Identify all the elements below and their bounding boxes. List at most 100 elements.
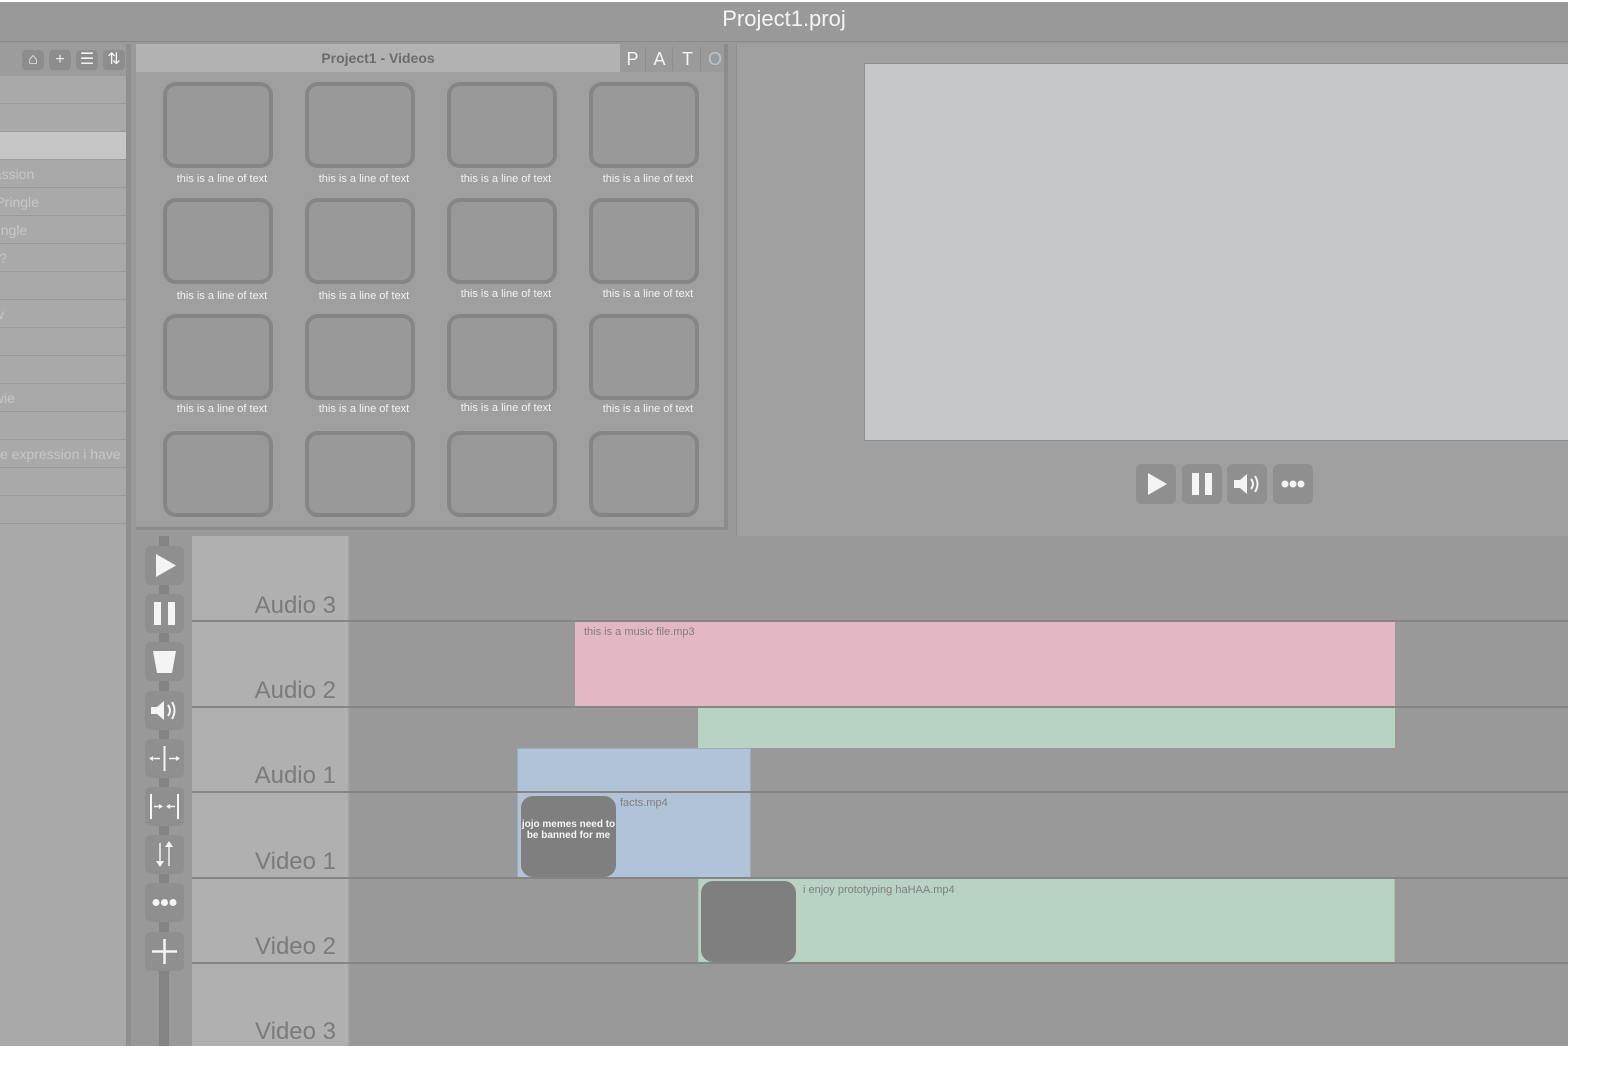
join-icon [150, 794, 179, 819]
title-bar: Project1.proj [0, 2, 1568, 42]
thumbnail-caption: this is a line of text [602, 288, 694, 300]
preview-panel [736, 44, 1568, 536]
media-thumbnail[interactable] [305, 198, 415, 284]
sidebar-item[interactable]: passion [0, 160, 126, 188]
media-thumbnail[interactable] [447, 314, 557, 400]
thumbnail-caption: this is a line of text [602, 403, 694, 415]
preview-volume-button[interactable] [1227, 464, 1267, 504]
timeline-swap-button[interactable] [145, 835, 184, 874]
media-tabs: P A T O [620, 44, 724, 72]
timeline-add-button[interactable] [145, 932, 184, 971]
track-divider [192, 877, 1568, 879]
track-label-video-2: Video 2 [255, 933, 336, 960]
sidebar-item[interactable]: aw [0, 300, 126, 328]
sidebar-item[interactable]: APringle [0, 188, 126, 216]
pause-icon [1192, 473, 1212, 495]
track-label-audio-3: Audio 3 [254, 592, 336, 619]
list-icon[interactable]: ☰ [76, 50, 98, 70]
media-thumbnail[interactable] [447, 82, 557, 168]
plus-icon[interactable]: + [49, 50, 71, 70]
clip-thumbnail [701, 881, 796, 962]
media-thumbnail[interactable] [163, 314, 273, 400]
media-thumbnail[interactable] [163, 431, 273, 517]
sidebar-list: y passion APringle Mingle S ? aw g owie … [0, 76, 126, 524]
timeline-more-button[interactable] [145, 883, 184, 922]
timeline-delete-button[interactable] [145, 642, 184, 681]
sidebar-item[interactable]: owie [0, 384, 126, 412]
window-title: Project1.proj [722, 6, 846, 31]
video-preview[interactable] [864, 63, 1568, 441]
timeline-play-button[interactable] [145, 546, 184, 585]
sort-icon[interactable]: ⇅ [103, 50, 125, 70]
thumbnail-caption: this is a line of text [318, 403, 410, 415]
tab-p[interactable]: P [620, 47, 646, 71]
sidebar-item[interactable]: g [0, 328, 126, 356]
play-icon [156, 554, 176, 577]
sidebar-item-label: owie [0, 390, 15, 406]
sidebar-item[interactable]: S ? [0, 244, 126, 272]
sidebar-item-label: aw [0, 300, 126, 327]
project-sidebar: ⌂ + ☰ ⇅ y passion APringle Mingle S ? aw… [0, 44, 131, 1046]
volume-icon [1234, 474, 1259, 494]
sidebar-item[interactable]: tive expression i have [0, 440, 126, 468]
media-thumbnail[interactable] [589, 82, 699, 168]
track-label-video-3: Video 3 [255, 1018, 336, 1045]
media-thumbnail[interactable] [589, 198, 699, 284]
timeline-join-button[interactable] [145, 787, 184, 826]
more-icon [152, 899, 177, 906]
thumbnail-caption: this is a line of text [176, 173, 268, 185]
video-clip-prototyping[interactable]: i enjoy prototyping haHAA.mp4 [698, 878, 1395, 964]
thumbnail-caption: this is a line of text [318, 290, 410, 302]
timeline-split-button[interactable] [145, 739, 184, 778]
media-thumbnail[interactable] [305, 82, 415, 168]
preview-play-button[interactable] [1136, 464, 1176, 504]
sidebar-item[interactable] [0, 76, 126, 104]
sidebar-item[interactable] [0, 272, 126, 300]
timeline-pause-button[interactable] [145, 594, 184, 633]
clip-thumbnail-note: jojo memes need to be banned for me [521, 796, 616, 877]
timeline-volume-button[interactable] [145, 691, 184, 730]
tab-t[interactable]: T [675, 47, 701, 71]
audio-clip[interactable] [698, 706, 1395, 748]
sidebar-item[interactable] [0, 356, 126, 384]
swap-icon [156, 841, 173, 867]
more-icon [1281, 480, 1305, 488]
clip-name: i enjoy prototyping haHAA.mp4 [803, 884, 955, 896]
media-thumbnail[interactable] [305, 431, 415, 517]
tab-a[interactable]: A [647, 47, 673, 71]
sidebar-item-selected[interactable] [0, 132, 126, 160]
track-divider [192, 706, 1568, 708]
media-thumbnail[interactable] [163, 198, 273, 284]
media-thumbnail[interactable] [305, 314, 415, 400]
tab-o[interactable]: O [702, 47, 728, 71]
sidebar-item-label: Mingle [0, 222, 28, 238]
thumbnail-caption: this is a line of text [460, 288, 552, 300]
preview-more-button[interactable] [1273, 464, 1313, 504]
sidebar-item[interactable] [0, 412, 126, 440]
media-thumbnail[interactable] [447, 198, 557, 284]
video-clip-facts[interactable]: facts.mp4 jojo memes need to be banned f… [517, 792, 751, 878]
audio-clip-music[interactable]: this is a music file.mp3 [575, 620, 1395, 706]
sidebar-item[interactable] [0, 496, 126, 524]
media-thumbnail[interactable] [589, 314, 699, 400]
track-label-video-1: Video 1 [255, 848, 336, 875]
thumbnail-caption: this is a line of text [460, 402, 552, 414]
clip-name: this is a music file.mp3 [584, 626, 695, 638]
media-thumbnail[interactable] [589, 431, 699, 517]
sidebar-item-label: g [0, 328, 126, 355]
thumbnail-caption: this is a line of text [602, 173, 694, 185]
sidebar-item[interactable]: y [0, 104, 126, 132]
media-thumbnail[interactable] [163, 82, 273, 168]
preview-pause-button[interactable] [1182, 464, 1222, 504]
track-label-audio-2: Audio 2 [254, 677, 336, 704]
sidebar-toolbar: ⌂ + ☰ ⇅ [0, 44, 126, 76]
sidebar-item-label: S ? [0, 244, 126, 271]
sidebar-item-label: y [0, 104, 126, 131]
clip-name: facts.mp4 [620, 797, 668, 809]
sidebar-item[interactable]: S [0, 468, 126, 496]
audio-clip-facts[interactable] [517, 748, 751, 792]
media-thumbnail[interactable] [447, 431, 557, 517]
play-icon [1148, 473, 1167, 495]
home-icon[interactable]: ⌂ [22, 50, 44, 70]
sidebar-item[interactable]: Mingle [0, 216, 126, 244]
